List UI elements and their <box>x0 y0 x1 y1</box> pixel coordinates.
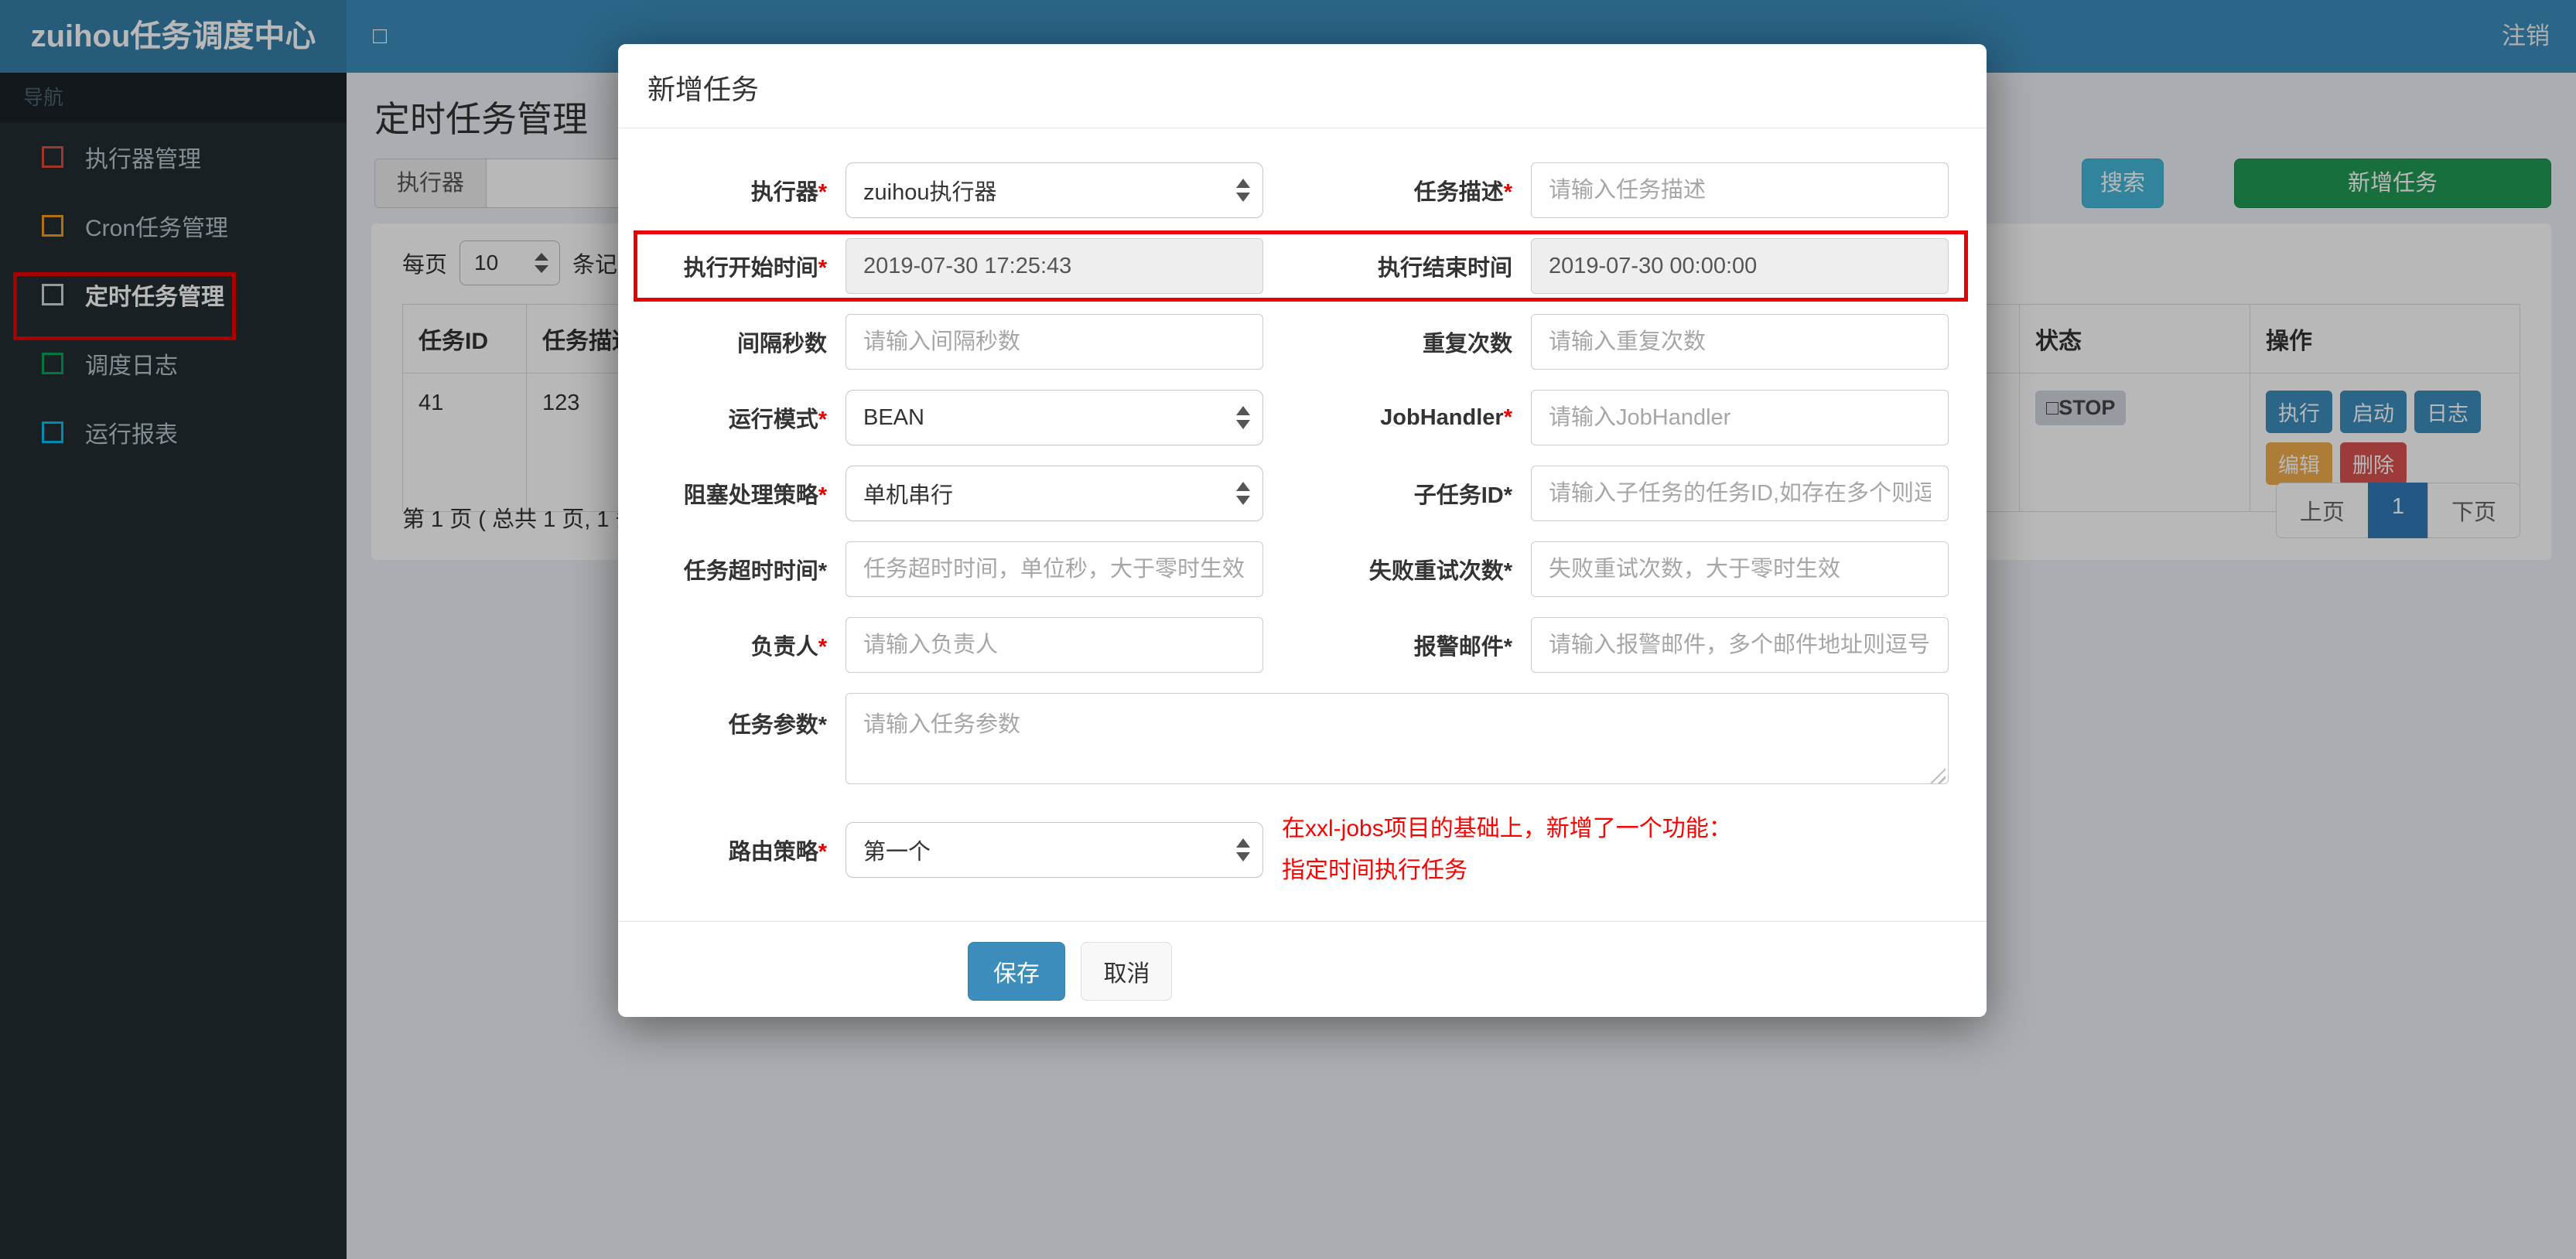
required-mark: * <box>818 483 827 508</box>
owner-label: 负责人* <box>750 635 827 660</box>
block-strategy-select-value: 单机串行 <box>863 483 954 508</box>
modal-title: 新增任务 <box>647 73 760 105</box>
select-arrows-icon <box>1236 406 1250 429</box>
alarm-email-label: 报警邮件* <box>1413 635 1512 660</box>
form-row-interval: 间隔秒数 重复次数 <box>647 314 1957 370</box>
modal-footer: 保存 取消 <box>618 921 1987 1001</box>
job-desc-input[interactable] <box>1531 162 1949 218</box>
alarm-email-input[interactable] <box>1531 617 1949 673</box>
run-mode-select[interactable]: BEAN <box>846 390 1263 445</box>
cancel-button[interactable]: 取消 <box>1081 942 1173 1001</box>
feature-note-line1: 在xxl-jobs项目的基础上，新增了一个功能： <box>1282 816 1732 841</box>
block-strategy-select[interactable]: 单机串行 <box>846 466 1263 521</box>
form-row-timeout: 任务超时时间* 失败重试次数* <box>647 541 1957 597</box>
feature-note: 在xxl-jobs项目的基础上，新增了一个功能： 指定时间执行任务 <box>1282 808 1949 892</box>
form-row-block-strategy: 阻塞处理策略* 单机串行 子任务ID* <box>647 466 1957 521</box>
job-desc-label: 任务描述* <box>1413 180 1512 205</box>
form-row-owner: 负责人* 报警邮件* <box>647 617 1957 673</box>
save-button[interactable]: 保存 <box>968 942 1065 1001</box>
required-mark: * <box>1503 404 1512 430</box>
select-arrows-icon <box>1236 838 1250 862</box>
required-mark: * <box>1503 180 1512 205</box>
start-time-label: 执行开始时间* <box>683 256 827 281</box>
job-handler-label: JobHandler* <box>1380 404 1512 430</box>
feature-note-line2: 指定时间执行任务 <box>1282 858 1467 883</box>
job-param-wrapper <box>846 693 1949 788</box>
select-arrows-icon <box>1236 482 1250 505</box>
retry-input[interactable] <box>1531 541 1949 597</box>
end-time-input[interactable] <box>1531 238 1949 294</box>
repeat-label: 重复次数 <box>1422 332 1512 357</box>
modal-header: 新增任务 <box>618 44 1987 128</box>
required-mark: * <box>818 635 827 660</box>
job-param-textarea[interactable] <box>846 693 1949 784</box>
owner-input[interactable] <box>846 617 1263 673</box>
start-time-input[interactable] <box>846 238 1263 294</box>
child-job-label: 子任务ID* <box>1413 483 1512 508</box>
job-param-label: 任务参数* <box>728 713 827 738</box>
interval-input[interactable] <box>846 314 1263 370</box>
route-strategy-label: 路由策略* <box>728 840 827 865</box>
run-mode-select-value: BEAN <box>863 404 924 430</box>
required-mark: * <box>818 180 827 205</box>
run-mode-label: 运行模式* <box>728 408 827 432</box>
end-time-label: 执行结束时间 <box>1377 256 1512 281</box>
form-row-executor: 执行器* zuihou执行器 任务描述* <box>647 162 1957 218</box>
interval-label: 间隔秒数 <box>736 332 827 357</box>
form-row-job-param: 任务参数* <box>647 693 1957 788</box>
modal-body: 执行器* zuihou执行器 任务描述* 执行开始时间* 执行结束时间 间隔秒数… <box>618 128 1987 892</box>
form-row-run-mode: 运行模式* BEAN JobHandler* <box>647 390 1957 445</box>
job-handler-input[interactable] <box>1531 390 1949 445</box>
retry-label: 失败重试次数* <box>1368 559 1512 584</box>
repeat-input[interactable] <box>1531 314 1949 370</box>
form-row-route-strategy: 路由策略* 第一个 在xxl-jobs项目的基础上，新增了一个功能： 指定时间执… <box>647 808 1957 892</box>
executor-select[interactable]: zuihou执行器 <box>846 162 1263 218</box>
timeout-input[interactable] <box>846 541 1263 597</box>
form-row-exec-time: 执行开始时间* 执行结束时间 <box>634 230 1968 302</box>
route-strategy-select[interactable]: 第一个 <box>846 822 1263 878</box>
select-arrows-icon <box>1236 179 1250 202</box>
add-job-modal: 新增任务 执行器* zuihou执行器 任务描述* 执行开始时间* 执行结束时间… <box>618 44 1987 1017</box>
executor-label: 执行器* <box>750 180 827 205</box>
required-mark: * <box>818 840 827 865</box>
required-mark: * <box>818 408 827 432</box>
timeout-label: 任务超时时间* <box>683 559 827 584</box>
child-job-input[interactable] <box>1531 466 1949 521</box>
block-strategy-label: 阻塞处理策略* <box>683 483 827 508</box>
required-mark: * <box>818 256 827 281</box>
executor-select-value: zuihou执行器 <box>863 180 997 205</box>
route-strategy-select-value: 第一个 <box>863 840 931 865</box>
